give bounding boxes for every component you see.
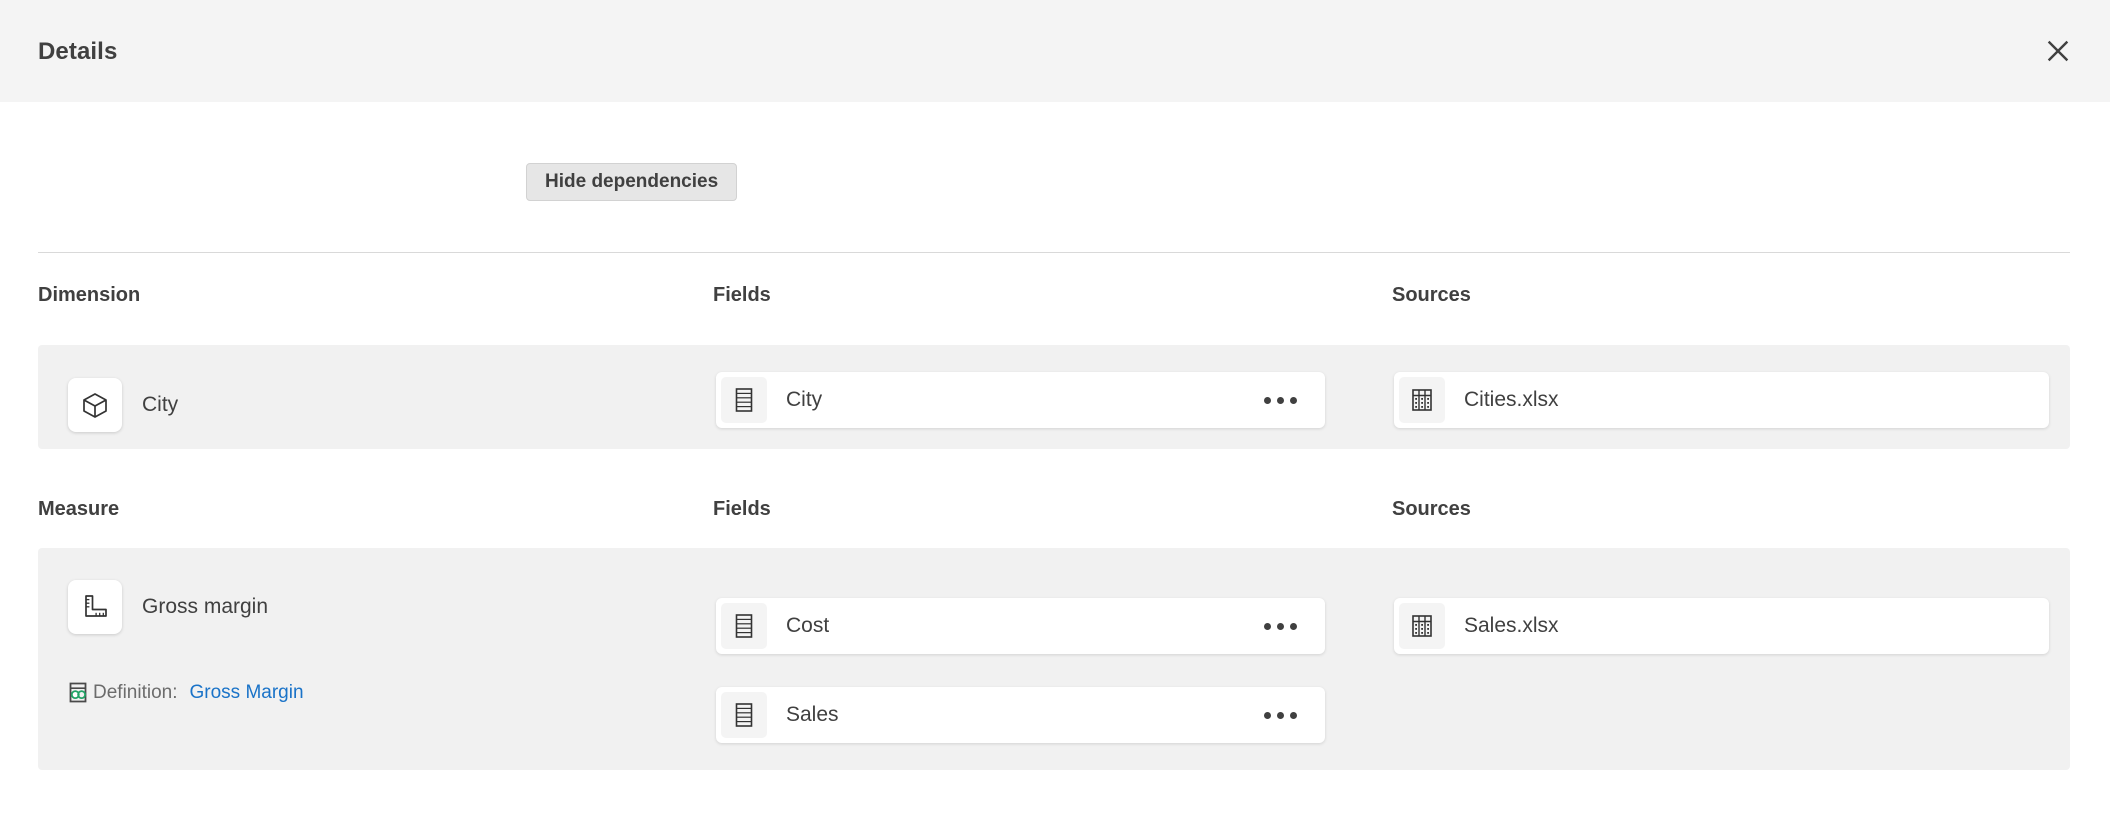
ellipsis-dot xyxy=(1290,397,1297,404)
ellipsis-icon[interactable] xyxy=(1260,615,1301,638)
definition-row: Definition: Gross Margin xyxy=(66,680,304,706)
source-card[interactable]: Cities.xlsx xyxy=(1394,372,2049,428)
definition-value-link[interactable]: Gross Margin xyxy=(190,682,304,704)
field-card[interactable]: Cost xyxy=(716,598,1325,654)
table-icon xyxy=(1399,603,1445,649)
ellipsis-dot xyxy=(1277,623,1284,630)
ellipsis-dot xyxy=(1290,712,1297,719)
field-card[interactable]: City xyxy=(716,372,1325,428)
ellipsis-dot xyxy=(1277,712,1284,719)
ellipsis-dot xyxy=(1264,712,1271,719)
hide-dependencies-button[interactable]: Hide dependencies xyxy=(526,163,737,201)
source-card[interactable]: Sales.xlsx xyxy=(1394,598,2049,654)
ellipsis-dot xyxy=(1264,397,1271,404)
section-divider xyxy=(38,252,2070,253)
ellipsis-icon[interactable] xyxy=(1260,389,1301,412)
column-header-fields-measure: Fields xyxy=(713,498,771,521)
field-glyph xyxy=(731,386,757,414)
cube-glyph xyxy=(81,391,109,419)
ruler-icon xyxy=(68,580,122,634)
cube-icon xyxy=(68,378,122,432)
ruler-glyph xyxy=(81,593,109,621)
source-card-label: Cities.xlsx xyxy=(1464,388,1559,412)
page-title: Details xyxy=(38,38,117,66)
table-glyph xyxy=(1409,386,1435,414)
ellipsis-dot xyxy=(1290,623,1297,630)
measure-item[interactable]: Gross margin xyxy=(68,580,268,634)
field-glyph xyxy=(731,701,757,729)
field-card[interactable]: Sales xyxy=(716,687,1325,743)
ellipsis-icon[interactable] xyxy=(1260,704,1301,727)
dimension-item-label: City xyxy=(142,393,178,417)
ellipsis-dot xyxy=(1277,397,1284,404)
column-header-dimension: Dimension xyxy=(38,284,140,307)
field-icon xyxy=(721,603,767,649)
table-glyph xyxy=(1409,612,1435,640)
column-header-sources-dimension: Sources xyxy=(1392,284,1471,307)
column-header-measure: Measure xyxy=(38,498,119,521)
source-card-label: Sales.xlsx xyxy=(1464,614,1559,638)
field-icon xyxy=(721,377,767,423)
close-glyph xyxy=(2047,40,2069,62)
table-icon xyxy=(1399,377,1445,423)
details-dialog: Details Hide dependencies Dimension Fiel… xyxy=(0,0,2110,816)
definition-label: Definition: xyxy=(93,682,178,704)
column-header-sources-measure: Sources xyxy=(1392,498,1471,521)
close-icon[interactable] xyxy=(2036,29,2080,73)
field-icon xyxy=(721,692,767,738)
ellipsis-dot xyxy=(1264,623,1271,630)
column-header-fields-dimension: Fields xyxy=(713,284,771,307)
measure-item-label: Gross margin xyxy=(142,595,268,619)
field-glyph xyxy=(731,612,757,640)
master-item-icon xyxy=(66,680,92,706)
field-card-label: Sales xyxy=(786,703,839,727)
dimension-item[interactable]: City xyxy=(68,378,178,432)
dialog-header: Details xyxy=(0,0,2110,102)
field-card-label: Cost xyxy=(786,614,829,638)
field-card-label: City xyxy=(786,388,822,412)
